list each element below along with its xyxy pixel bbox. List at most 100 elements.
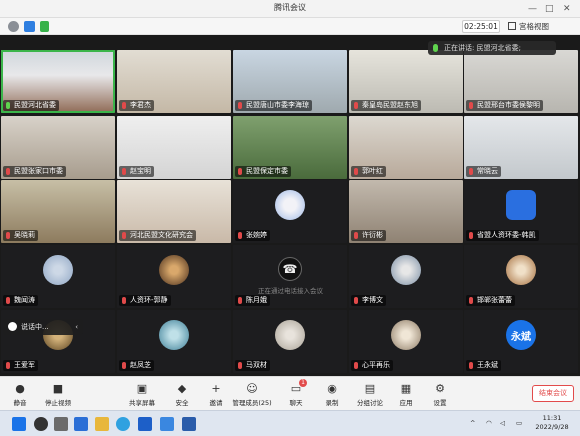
phone-icon: ☎ — [278, 257, 302, 281]
participant-name: 马双材 — [235, 360, 270, 371]
participant-tile[interactable]: 吴晓莉 — [1, 180, 115, 243]
participant-tile[interactable]: 张婉婷 — [233, 180, 347, 243]
participant-tile[interactable]: 李博文 — [349, 245, 463, 308]
signal-icon[interactable] — [40, 21, 49, 32]
participant-name: 省盟人资环委-韩凯 — [466, 230, 539, 241]
participant-tile[interactable]: 民盟唐山市委李海琼 — [233, 50, 347, 113]
participant-name: 人资环-郭静 — [119, 295, 171, 306]
participant-name: 民盟张家口市委 — [3, 166, 66, 177]
mic-button[interactable]: ● 静音 — [0, 380, 40, 410]
participant-tile[interactable]: 李君杰 — [117, 50, 231, 113]
gear-icon: ⚙ — [435, 382, 445, 395]
avatar — [391, 255, 421, 285]
toolbar-label: 邀请 — [209, 399, 223, 407]
avatar — [506, 190, 536, 220]
view-mode-label: 宫格视图 — [519, 22, 549, 31]
meeting-timer: 02:25:01 — [462, 20, 500, 33]
participant-name: 李君杰 — [119, 100, 154, 111]
search-icon[interactable] — [34, 417, 48, 431]
invite-button[interactable]: + 邀请 — [196, 380, 236, 410]
participant-tile[interactable]: 河北民盟文化研究会 — [117, 180, 231, 243]
members-button[interactable]: ☺ 管理成员(25) — [232, 380, 272, 410]
maximize-icon[interactable]: □ — [545, 3, 554, 15]
participant-tile[interactable]: 马双材 — [233, 310, 347, 373]
clock-date: 2022/9/28 — [535, 423, 569, 431]
widgets-icon[interactable] — [74, 417, 88, 431]
chat-unread-badge: 1 — [299, 379, 307, 387]
participant-name: 民盟河北省委 — [3, 100, 59, 111]
participant-tile[interactable]: 省盟人资环委-韩凯 — [464, 180, 578, 243]
participant-tile[interactable]: 民盟保定市委 — [233, 116, 347, 179]
participant-tile[interactable]: 民盟张家口市委 — [1, 116, 115, 179]
toolbar-label: 管理成员(25) — [232, 399, 272, 407]
participant-tile[interactable]: ☎ 正在通过电话接入会议 陈月娥 — [233, 245, 347, 308]
window-title: 腾讯会议 — [274, 3, 306, 12]
clock[interactable]: 11:31 2022/9/28 — [534, 414, 570, 432]
meeting-status-bar: 02:25:01 宫格视图 — [0, 18, 580, 35]
windows-start-icon[interactable] — [12, 417, 26, 431]
file-explorer-icon[interactable] — [95, 417, 109, 431]
toolbar-label: 设置 — [433, 399, 447, 407]
participant-tile[interactable]: 民盟河北省委 — [1, 50, 115, 113]
participant-tile[interactable]: 民盟邢台市委侯黎明 — [464, 50, 578, 113]
record-icon: ◉ — [327, 382, 337, 395]
speaking-chip[interactable]: 说话中... ‹ — [3, 319, 83, 335]
toolbar-label: 静音 — [13, 399, 27, 407]
grid-view-icon — [508, 22, 516, 30]
participant-name: 陈月娥 — [235, 295, 270, 306]
breakout-button[interactable]: ▤ 分组讨论 — [350, 380, 390, 410]
meeting-window: 腾讯会议 — □ ✕ 02:25:01 宫格视图 民盟河北省委 李君杰 民盟唐山市委… — [0, 0, 580, 436]
participant-tile[interactable]: 赵宝明 — [117, 116, 231, 179]
share-screen-button[interactable]: ▣ 共享屏幕 — [122, 380, 162, 410]
tray-chevron-icon[interactable]: ^ — [470, 419, 475, 428]
view-mode-button[interactable]: 宫格视图 — [508, 20, 570, 33]
word-icon[interactable] — [182, 417, 196, 431]
battery-icon[interactable]: ▭ — [516, 419, 522, 428]
chat-button[interactable]: ▭ 聊天 1 — [276, 379, 316, 410]
speaking-chip-text: 说话中... — [21, 323, 49, 331]
participant-name: 许衍彬 — [351, 230, 386, 241]
avatar — [43, 255, 73, 285]
speaking-text: 正在讲话: 民盟河北省委; — [444, 44, 521, 52]
participant-tile[interactable]: 人资环-郭静 — [117, 245, 231, 308]
avatar: 永斌 — [506, 320, 536, 350]
participant-tile[interactable]: 秦皇岛民盟赵东旭 — [349, 50, 463, 113]
participant-name: 王永斌 — [466, 360, 501, 371]
task-view-icon[interactable] — [54, 417, 68, 431]
record-button[interactable]: ◉ 录制 — [312, 380, 352, 410]
tencent-meeting-icon[interactable] — [138, 417, 152, 431]
participant-tile[interactable]: 心平再乐 — [349, 310, 463, 373]
close-icon[interactable]: ✕ — [563, 3, 571, 15]
wifi-icon[interactable]: ◠ — [486, 419, 492, 428]
gear-button[interactable]: ⚙ 设置 — [420, 380, 460, 410]
participant-name: 王爱军 — [3, 360, 38, 371]
participant-name: 心平再乐 — [351, 360, 393, 371]
participant-tile[interactable]: 常晓云 — [464, 116, 578, 179]
avatar — [159, 320, 189, 350]
participant-tile[interactable]: 永斌 王永斌 — [464, 310, 578, 373]
members-icon: ☺ — [246, 382, 258, 395]
participant-tile[interactable]: 邯郸张蕾蕾 — [464, 245, 578, 308]
share-screen-icon: ▣ — [136, 382, 148, 395]
participant-tile[interactable]: 赵凤芝 — [117, 310, 231, 373]
participant-name: 常晓云 — [466, 166, 501, 177]
minimize-icon[interactable]: — — [528, 3, 537, 15]
edge-icon[interactable] — [116, 417, 130, 431]
end-meeting-button[interactable]: 结束会议 — [532, 385, 574, 402]
participant-name: 民盟保定市委 — [235, 166, 291, 177]
camera-button[interactable]: ■ 停止视频 — [38, 380, 78, 410]
chevron-left-icon[interactable]: ‹ — [75, 319, 78, 335]
participant-tile[interactable]: 魏闻涛 — [1, 245, 115, 308]
participant-tile[interactable]: 郭叶红 — [349, 116, 463, 179]
shield-icon[interactable] — [24, 21, 35, 32]
toolbar-label: 分组讨论 — [357, 399, 383, 407]
participant-tile[interactable]: 许衍彬 — [349, 180, 463, 243]
volume-icon[interactable]: ◁ — [500, 419, 505, 428]
speaking-banner: 正在讲话: 民盟河北省委; — [428, 41, 556, 55]
apps-icon: ▦ — [400, 382, 412, 395]
app-icon[interactable] — [160, 417, 174, 431]
windows-taskbar: ^ ◠ ◁ ▭ 11:31 2022/9/28 — [0, 410, 580, 436]
breakout-icon: ▤ — [364, 382, 376, 395]
info-icon[interactable] — [8, 21, 19, 32]
avatar — [275, 190, 305, 220]
